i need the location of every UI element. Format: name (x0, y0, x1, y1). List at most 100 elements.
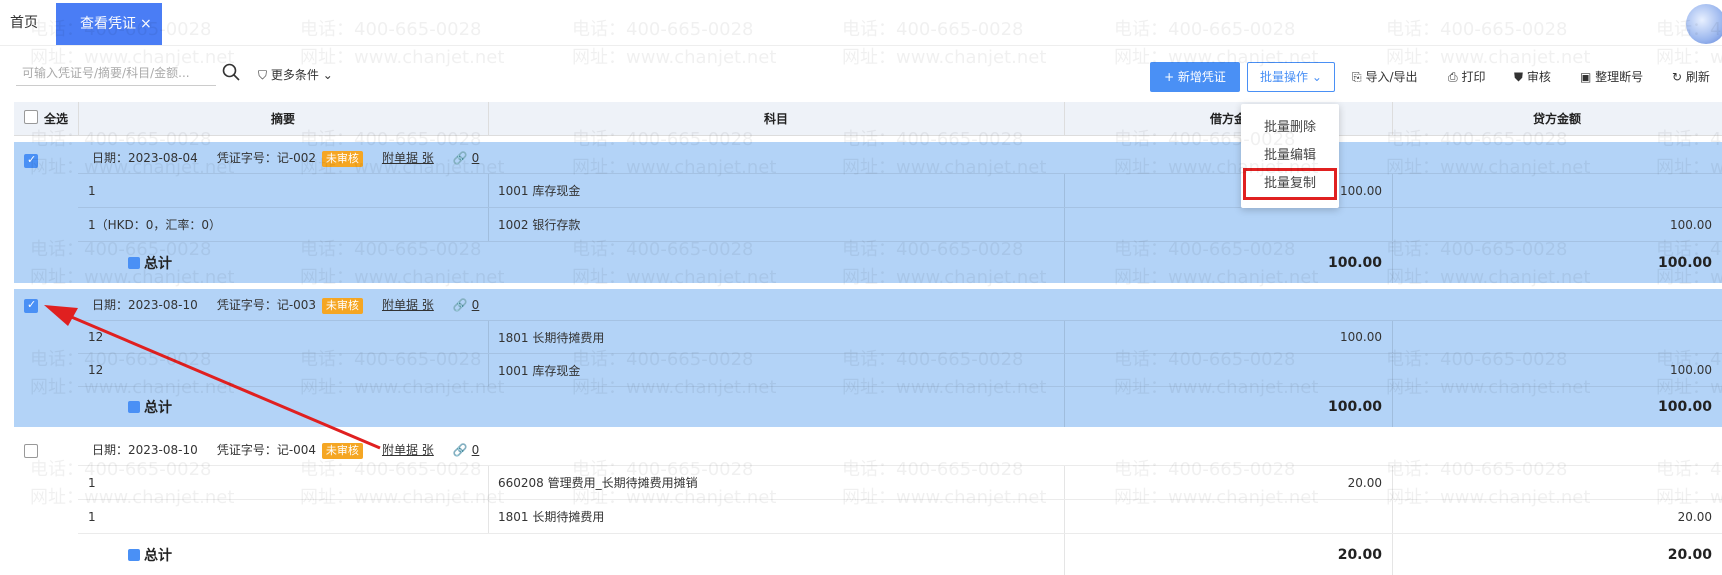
link-count[interactable]: 0 (472, 298, 480, 312)
line-account: 1001 库存现金 (498, 363, 581, 378)
voucher-block: 日期：2023-08-04 凭证字号：记-002 未审核 附单据 张 🔗 0 1… (14, 142, 1722, 283)
attachment-link[interactable]: 附单据 张 (382, 151, 434, 165)
calculator-icon (128, 401, 140, 413)
total-label: 总计 (128, 387, 172, 427)
refresh-label: 刷新 (1685, 70, 1710, 84)
import-export-button[interactable]: ⎘ 导入/导出 (1352, 68, 1417, 85)
line-credit: 20.00 (1677, 509, 1712, 524)
voucher-date: 日期：2023-08-10 (92, 298, 198, 312)
select-all-checkbox[interactable] (24, 110, 38, 124)
table-row[interactable]: 12 1801 长期待摊费用 100.00 (78, 321, 1722, 354)
line-debit: 20.00 (1347, 475, 1382, 490)
line-credit (1392, 466, 1712, 499)
line-account: 1002 银行存款 (498, 218, 581, 232)
voucher-header: 日期：2023-08-10 凭证字号：记-004 未审核 附单据 张 🔗 0 (78, 434, 1722, 466)
line-summary: 12 (88, 330, 104, 344)
link-count[interactable]: 0 (472, 151, 480, 165)
total-debit: 100.00 (1327, 254, 1382, 271)
table-row[interactable]: 12 1001 库存现金 100.00 (78, 354, 1722, 387)
tab-label: 查看凭证 (80, 16, 136, 32)
line-summary: 1 (88, 183, 96, 198)
renumber-button[interactable]: ▣ 整理断号 (1580, 68, 1643, 85)
column-divider (488, 174, 489, 207)
renumber-icon: ▣ (1580, 70, 1592, 84)
link-icon: 🔗 (452, 151, 468, 165)
line-summary: 1 (88, 475, 96, 490)
voucher-header: 日期：2023-08-04 凭证字号：记-002 未审核 附单据 张 🔗 0 (78, 142, 1722, 174)
total-row: 总计 20.00 20.00 (78, 534, 1722, 575)
column-account-header: 科目 (763, 112, 788, 126)
search-input[interactable]: 可输入凭证号/摘要/科目/金额... (16, 60, 216, 86)
voucher-header: 日期：2023-08-10 凭证字号：记-003 未审核 附单据 张 🔗 0 (78, 289, 1722, 321)
status-badge: 未审核 (321, 150, 363, 167)
more-filters-label: 更多条件 (270, 68, 319, 82)
total-credit: 20.00 (1667, 546, 1712, 563)
close-icon[interactable]: × (140, 16, 152, 32)
line-credit: 100.00 (1670, 217, 1712, 232)
table-row[interactable]: 1 660208 管理费用_长期待摊费用摊销 20.00 (78, 466, 1722, 500)
total-label-text: 总计 (144, 400, 172, 416)
print-button[interactable]: ⎙ 打印 (1448, 68, 1485, 85)
table-row[interactable]: 1 1801 长期待摊费用 20.00 (78, 500, 1722, 534)
assistant-robot-icon[interactable] (1686, 4, 1722, 44)
voucher-checkbox[interactable] (24, 153, 38, 168)
voucher-block: 日期：2023-08-10 凭证字号：记-004 未审核 附单据 张 🔗 0 1… (14, 434, 1722, 575)
attachment-link[interactable]: 附单据 张 (382, 298, 434, 312)
printer-icon: ⎙ (1448, 70, 1458, 84)
column-summary-header: 摘要 (270, 112, 295, 126)
table-row[interactable]: 1（HKD：0，汇率：0） 1002 银行存款 100.00 (78, 208, 1722, 242)
batch-ops-button[interactable]: 批量操作 ⌄ (1247, 62, 1335, 92)
table-row[interactable]: 1 1001 库存现金 100.00 (78, 174, 1722, 208)
total-row: 总计 100.00 100.00 (78, 242, 1722, 283)
renumber-label: 整理断号 (1595, 70, 1644, 84)
attachment-link[interactable]: 附单据 张 (382, 443, 434, 457)
line-summary: 1（HKD：0，汇率：0） (88, 218, 222, 232)
add-voucher-button[interactable]: + 新增凭证 (1150, 62, 1240, 92)
audit-button[interactable]: ⛊ 审核 (1514, 68, 1551, 85)
voucher-number: 凭证字号：记-002 (216, 151, 317, 165)
line-account: 1001 库存现金 (498, 184, 581, 198)
print-label: 打印 (1461, 70, 1486, 84)
link-icon: 🔗 (452, 443, 468, 457)
line-summary: 12 (88, 363, 104, 377)
line-account: 660208 管理费用_长期待摊费用摊销 (498, 476, 698, 490)
batch-delete-item[interactable]: 批量删除 (1241, 114, 1339, 142)
status-badge: 未审核 (321, 297, 363, 314)
column-debit-header: 借方金 (1209, 112, 1246, 126)
line-summary: 1 (88, 509, 96, 524)
voucher-date: 日期：2023-08-10 (92, 443, 198, 457)
chevron-down-icon: ⌄ (1311, 70, 1322, 84)
shield-icon: ⛊ (1514, 70, 1524, 84)
total-row: 总计 100.00 100.00 (78, 387, 1722, 427)
filter-icon: ⛉ (258, 68, 268, 82)
total-credit: 100.00 (1657, 399, 1712, 415)
tab-home[interactable]: 首页 (10, 0, 38, 46)
column-divider (488, 500, 489, 533)
more-filters-button[interactable]: ⛉ 更多条件 ⌄ (258, 66, 333, 83)
audit-label: 审核 (1526, 70, 1551, 84)
total-label-text: 总计 (144, 255, 172, 272)
link-count[interactable]: 0 (472, 443, 480, 457)
tab-bar: 首页 查看凭证 × (0, 0, 1722, 46)
toolbar: 可输入凭证号/摘要/科目/金额... ⛉ 更多条件 ⌄ + 新增凭证 批量操作 … (0, 46, 1722, 102)
batch-ops-label: 批量操作 (1260, 70, 1309, 84)
voucher-number: 凭证字号：记-004 (216, 443, 317, 457)
voucher-block: 日期：2023-08-10 凭证字号：记-003 未审核 附单据 张 🔗 0 1… (14, 289, 1722, 427)
calculator-icon (128, 548, 140, 561)
tab-view-voucher[interactable]: 查看凭证 × (56, 3, 162, 45)
table-header: 全选 摘要 科目 借方金 贷方金额 (14, 102, 1722, 136)
search-icon[interactable] (222, 63, 240, 81)
voucher-date: 日期：2023-08-04 (92, 151, 198, 165)
line-credit (1392, 321, 1712, 353)
import-icon: ⎘ (1352, 70, 1362, 84)
annotation-highlight-box (1243, 168, 1337, 200)
voucher-number: 凭证字号：记-003 (216, 298, 317, 312)
refresh-button[interactable]: ↻ 刷新 (1672, 68, 1710, 85)
voucher-checkbox[interactable] (24, 298, 38, 313)
line-debit (1064, 354, 1382, 386)
column-divider (488, 208, 489, 241)
line-debit (1064, 500, 1382, 533)
voucher-checkbox[interactable] (24, 444, 38, 458)
total-debit: 100.00 (1327, 399, 1382, 415)
batch-edit-item[interactable]: 批量编辑 (1241, 142, 1339, 170)
